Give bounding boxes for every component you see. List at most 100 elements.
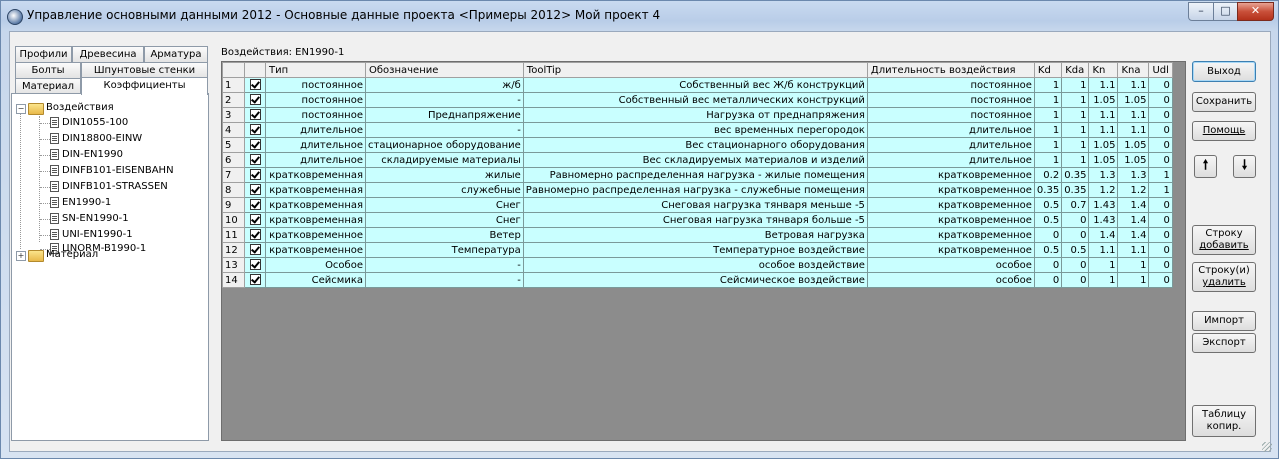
cell-kna[interactable]: 1.1 [1117,122,1150,138]
cell-kd[interactable]: 0.5 [1033,197,1063,213]
row-checkbox[interactable] [249,214,261,226]
cell-kd[interactable]: 0 [1033,227,1063,243]
cell-kd[interactable]: 1 [1033,152,1063,168]
cell-tooltip[interactable]: Нагрузка от преднапряжения [522,107,868,123]
cell-kna[interactable]: 1.05 [1117,92,1150,108]
row-number[interactable]: 13 [222,257,245,273]
row-checkbox[interactable] [249,169,261,181]
cell-type[interactable]: кратковременная [265,182,366,198]
row-checkbox[interactable] [249,199,261,211]
row-checkbox[interactable] [249,154,261,166]
cell-udl[interactable]: 0 [1148,152,1173,168]
cell-type[interactable]: длительное [265,137,366,153]
tree-node-actions[interactable]: Воздействия [46,100,114,115]
col-header-duration[interactable]: Длительность воздействия [866,62,1035,78]
delete-rows-button[interactable]: Строку(и) удалить [1192,262,1256,292]
cell-kna[interactable]: 1.1 [1117,107,1150,123]
row-number[interactable]: 14 [222,272,245,288]
table-row[interactable]: 1 постоянное ж/б Собственный вес Ж/б констр… [222,77,1173,93]
save-button[interactable]: Сохранить [1192,92,1256,112]
cell-kd[interactable]: 0 [1033,272,1063,288]
cell-udl[interactable]: 0 [1148,197,1173,213]
col-header-udl[interactable]: Udl [1148,62,1173,78]
cell-tooltip[interactable]: особое воздействие [522,257,868,273]
cell-udl[interactable]: 1 [1148,182,1173,198]
cell-kn[interactable]: 1.05 [1088,137,1119,153]
cell-name[interactable]: Снег [365,197,524,213]
cell-kn[interactable]: 1.1 [1088,242,1119,258]
cell-duration[interactable]: постоянное [866,77,1035,93]
cell-kd[interactable]: 0.5 [1033,242,1063,258]
cell-kna[interactable]: 1.05 [1117,152,1150,168]
resize-grip[interactable] [1262,442,1272,452]
cell-kda[interactable]: 1 [1061,77,1090,93]
cell-udl[interactable]: 0 [1148,257,1173,273]
cell-kda[interactable]: 1 [1061,107,1090,123]
cell-tooltip[interactable]: Собственный вес металлических конструкци… [522,92,868,108]
cell-duration[interactable]: особое [866,257,1035,273]
cell-duration[interactable]: кратковременное [866,227,1035,243]
table-row[interactable]: 9 кратковременная Снег Снеговая нагрузка тя… [222,197,1173,213]
col-header-kna[interactable]: Kna [1117,62,1150,78]
cell-type[interactable]: Особое [265,257,366,273]
title-bar[interactable]: Управление основными данными 2012 - Осно… [1,1,1278,31]
tab-bolts[interactable]: Болты [15,62,81,78]
cell-kda[interactable]: 0.7 [1061,197,1090,213]
cell-type[interactable]: длительное [265,122,366,138]
cell-tooltip[interactable]: Температурное воздействие [522,242,868,258]
cell-kn[interactable]: 1.43 [1088,212,1119,228]
tree-node-sn-en1990-1[interactable]: SN-EN1990-1 [62,211,129,226]
tree-node-uni-en1990-1[interactable]: UNI-EN1990-1 [62,227,133,242]
cell-kn[interactable]: 1 [1088,257,1119,273]
cell-type[interactable]: кратковременная [265,167,366,183]
cell-duration[interactable]: постоянное [866,92,1035,108]
cell-name[interactable]: Ветер [365,227,524,243]
cell-duration[interactable]: особое [866,272,1035,288]
table-row[interactable]: 2 постоянное - Собственный вес металлически… [222,92,1173,108]
cell-type[interactable]: кратковременная [265,212,366,228]
cell-name[interactable]: складируемые материалы [365,152,524,168]
cell-kd[interactable]: 1 [1033,77,1063,93]
cell-udl[interactable]: 0 [1148,272,1173,288]
row-number[interactable]: 11 [222,227,245,243]
cell-udl[interactable]: 0 [1148,77,1173,93]
cell-kda[interactable]: 0.35 [1061,167,1090,183]
row-checkbox[interactable] [249,79,261,91]
row-number[interactable]: 1 [222,77,245,93]
cell-kna[interactable]: 1 [1117,272,1150,288]
cell-kn[interactable]: 1.05 [1088,92,1119,108]
row-number[interactable]: 6 [222,152,245,168]
col-header-type[interactable]: Тип [265,62,366,78]
row-number[interactable]: 12 [222,242,245,258]
cell-kna[interactable]: 1.4 [1117,197,1150,213]
tab-sheet-piles[interactable]: Шпунтовые стенки [81,62,208,78]
cell-kd[interactable]: 0.35 [1033,182,1063,198]
tree-view[interactable]: − Воздействия DIN1055-100 DIN18800-EINW … [11,93,209,441]
table-row[interactable]: 10 кратковременная Снег Снеговая нагрузка т… [222,212,1173,228]
cell-name[interactable]: жилые [365,167,524,183]
col-header-kd[interactable]: Kd [1033,62,1063,78]
tree-node-en1990-1[interactable]: EN1990-1 [62,195,111,210]
cell-kda[interactable]: 0.5 [1061,242,1090,258]
cell-udl[interactable]: 0 [1148,212,1173,228]
cell-kna[interactable]: 1.4 [1117,227,1150,243]
cell-kna[interactable]: 1.2 [1117,182,1150,198]
cell-tooltip[interactable]: Равномерно распределенная нагрузка - слу… [522,182,868,198]
cell-type[interactable]: постоянное [265,77,366,93]
cell-kda[interactable]: 1 [1061,122,1090,138]
cell-name[interactable]: Температура [365,242,524,258]
cell-type[interactable]: кратковременная [265,197,366,213]
table-row[interactable]: 7 кратковременная жилые Равномерно распреде… [222,167,1173,183]
table-row[interactable]: 14 Сейсмика - Сейсмическое воздействие особо… [222,272,1173,288]
cell-type[interactable]: кратковременное [265,242,366,258]
cell-kda[interactable]: 0 [1061,272,1090,288]
cell-kd[interactable]: 0.2 [1033,167,1063,183]
cell-kna[interactable]: 1.3 [1117,167,1150,183]
cell-duration[interactable]: длительное [866,152,1035,168]
row-checkbox[interactable] [249,109,261,121]
cell-name[interactable]: - [365,257,524,273]
cell-type[interactable]: кратковременное [265,227,366,243]
cell-name[interactable]: стационарное оборудование [365,137,524,153]
cell-kda[interactable]: 0.35 [1061,182,1090,198]
cell-duration[interactable]: кратковременное [866,197,1035,213]
